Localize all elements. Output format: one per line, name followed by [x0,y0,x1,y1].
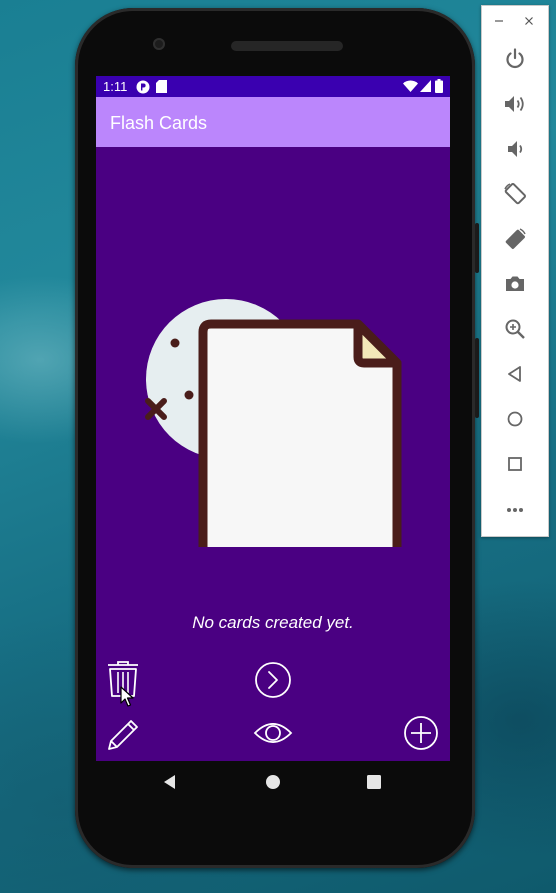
app-screen: 1:11 Flash Cards No cards created yet. [96,76,450,761]
empty-state-message: No cards created yet. [192,613,354,632]
document-icon [198,319,402,547]
status-time: 1:11 [103,79,128,94]
volume-up-icon[interactable] [502,91,528,117]
earpiece-speaker [231,41,343,51]
signal-icon [420,80,431,92]
decoration-dot [170,338,180,348]
zoom-icon[interactable] [502,316,528,342]
rotate-left-icon[interactable] [502,181,528,207]
status-bar: 1:11 [96,76,450,97]
app-notification-icon [136,80,150,94]
volume-down-icon[interactable] [502,136,528,162]
back-icon[interactable] [162,774,178,790]
side-button [475,223,479,273]
mouse-cursor [120,686,134,707]
home-icon[interactable] [502,406,528,432]
wifi-icon [403,80,418,92]
overview-icon[interactable] [502,451,528,477]
front-camera [153,38,165,50]
overview-icon[interactable] [367,775,381,789]
side-button [475,338,479,418]
app-bar: Flash Cards [96,97,450,147]
emulator-controls-panel [481,5,549,537]
sd-card-icon [156,80,167,93]
system-nav-bar [96,761,450,805]
more-icon[interactable] [502,496,528,522]
home-icon[interactable] [265,774,281,790]
rotate-right-icon[interactable] [502,226,528,252]
app-title: Flash Cards [110,113,208,133]
empty-state-illustration [145,299,402,547]
power-icon[interactable] [502,46,528,72]
eye-icon[interactable] [253,717,293,749]
decoration-dot [184,390,194,400]
close-icon[interactable] [524,16,534,26]
back-icon[interactable] [502,361,528,387]
pencil-icon[interactable] [104,716,142,754]
plus-circle-icon[interactable] [403,715,439,751]
camera-icon[interactable] [502,271,528,297]
chevron-right-circle-icon[interactable] [254,661,292,699]
minimize-icon[interactable] [494,16,504,26]
battery-icon [435,79,443,93]
